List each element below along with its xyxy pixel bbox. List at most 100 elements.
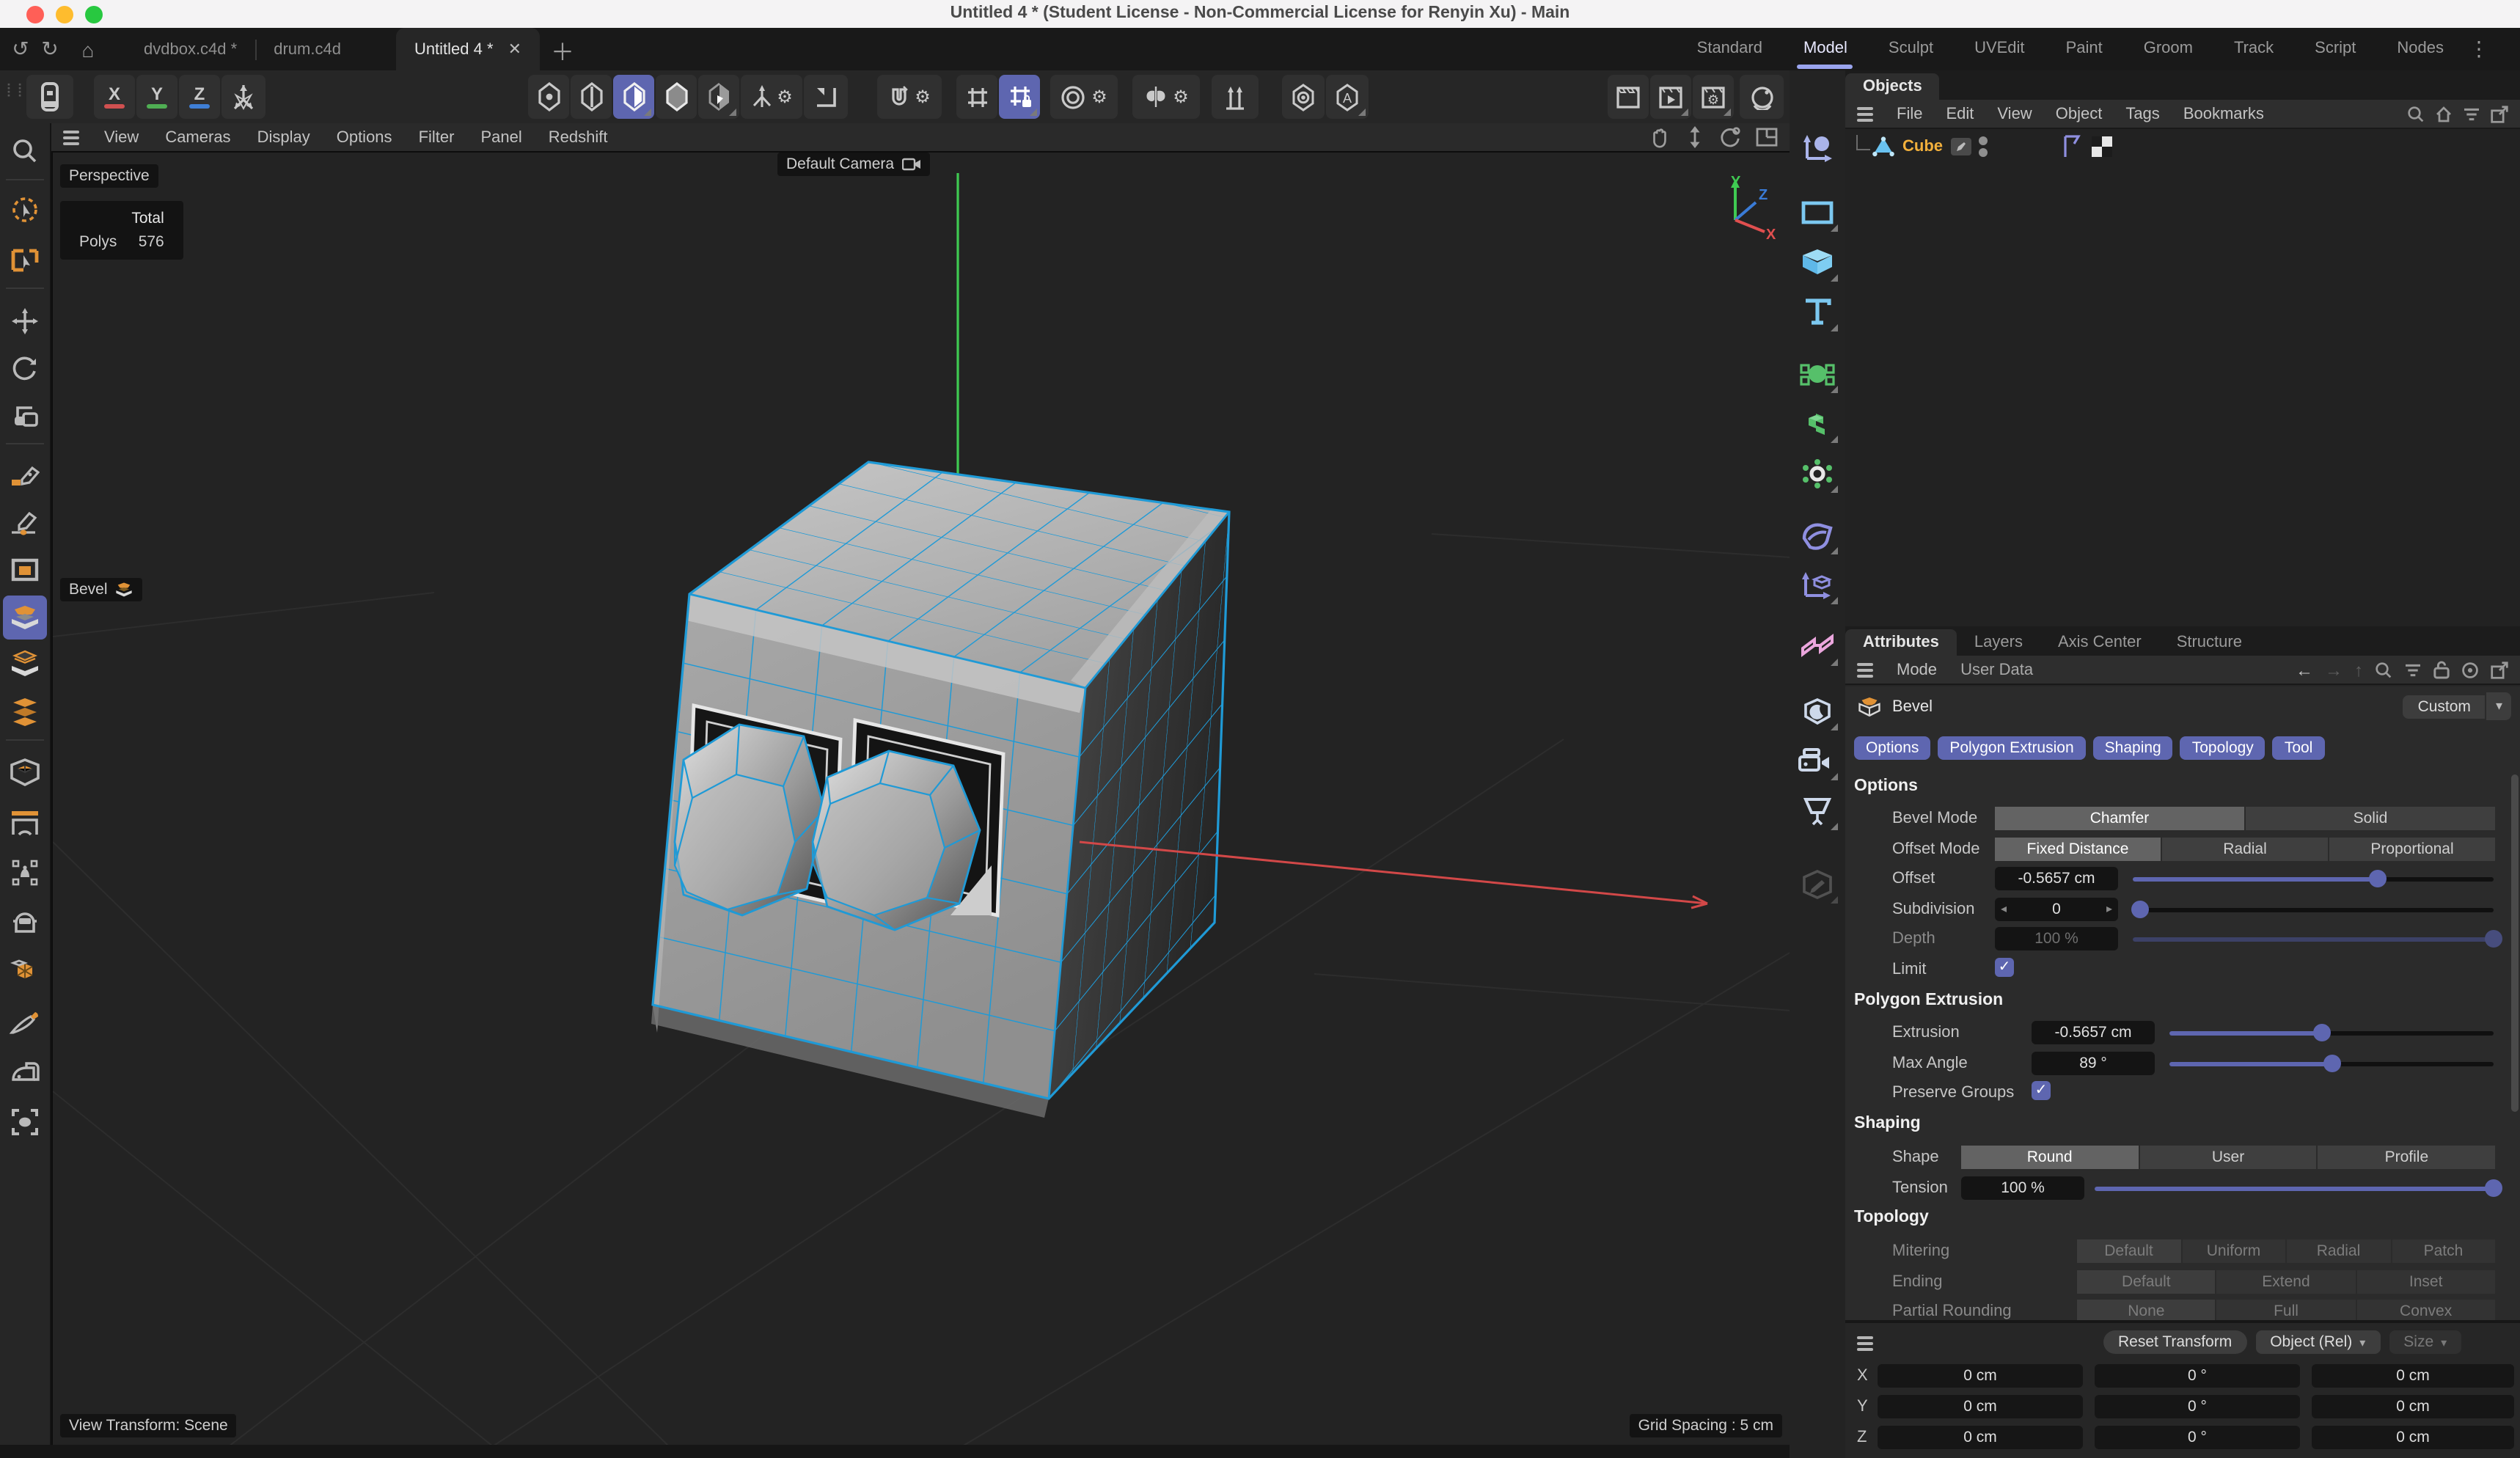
attributes-menu-user-data[interactable]: User Data bbox=[1949, 661, 2045, 678]
rotate-tool-icon[interactable] bbox=[3, 346, 47, 390]
section-tab-shaping[interactable]: Shaping bbox=[2093, 736, 2173, 760]
attributes-menu-mode[interactable]: Mode bbox=[1885, 661, 1949, 678]
iron-tool-icon[interactable] bbox=[3, 1050, 47, 1094]
objects-menu-edit[interactable]: Edit bbox=[1934, 105, 1985, 122]
search-icon[interactable] bbox=[2407, 105, 2425, 122]
bevel-mode-chamfer[interactable]: Chamfer bbox=[1995, 807, 2244, 830]
coord-y-scale[interactable]: 0 cm bbox=[2312, 1395, 2514, 1418]
knife-tool-icon[interactable] bbox=[3, 1000, 47, 1044]
viewport-menu-redshift[interactable]: Redshift bbox=[535, 128, 621, 146]
shape-round[interactable]: Round bbox=[1961, 1146, 2138, 1169]
size-dropdown[interactable]: Size▾ bbox=[2389, 1330, 2461, 1354]
move-axis-tool-icon[interactable] bbox=[1794, 126, 1841, 170]
viewport-menu-options[interactable]: Options bbox=[323, 128, 406, 146]
tab-structure[interactable]: Structure bbox=[2159, 629, 2260, 656]
objects-menu-view[interactable]: View bbox=[1985, 105, 2043, 122]
object-row-cube[interactable]: Cube bbox=[1872, 135, 1987, 158]
sky-environment-icon[interactable] bbox=[1794, 689, 1841, 733]
preserve-groups-checkbox[interactable]: ✓ bbox=[2032, 1081, 2051, 1100]
frame-selected-icon[interactable] bbox=[3, 1100, 47, 1144]
coord-x-rotation[interactable]: 0 ° bbox=[2095, 1364, 2300, 1388]
viewport-canvas[interactable]: Perspective Total Polys576 Default Camer… bbox=[51, 151, 1792, 1448]
subdivision-surface-icon[interactable] bbox=[1794, 352, 1841, 396]
layout-track[interactable]: Track bbox=[2213, 28, 2294, 70]
extrude-tool-icon[interactable] bbox=[3, 642, 47, 686]
close-tab-icon[interactable]: ✕ bbox=[508, 40, 521, 59]
track-focus-icon[interactable] bbox=[2461, 661, 2479, 678]
layout-more-icon[interactable]: ⋮ bbox=[2464, 37, 2494, 62]
null-axis-icon[interactable] bbox=[1794, 563, 1841, 607]
live-selection-tool-icon[interactable] bbox=[3, 188, 47, 232]
viewport-menu-panel[interactable]: Panel bbox=[467, 128, 535, 146]
snap-toggle-button[interactable]: ⚙ bbox=[877, 75, 942, 119]
volume-builder-icon[interactable] bbox=[1794, 402, 1841, 446]
toolbar-grabber[interactable]: ⡇⡇ bbox=[6, 82, 28, 98]
tension-input[interactable]: 100 % bbox=[1961, 1176, 2084, 1199]
magnet-tool-icon[interactable] bbox=[3, 851, 47, 895]
lock-x-axis-button[interactable]: X bbox=[94, 75, 135, 119]
make-editable-button[interactable] bbox=[26, 75, 73, 119]
undo-icon[interactable]: ↺ bbox=[6, 37, 35, 62]
view-label[interactable]: Perspective bbox=[60, 164, 158, 188]
history-back-icon[interactable]: ← bbox=[2296, 659, 2313, 680]
soft-selection-button[interactable]: ⚙ bbox=[1050, 75, 1118, 119]
symmetry-button[interactable]: ⚙ bbox=[1132, 75, 1200, 119]
connect-objects-icon[interactable] bbox=[1794, 625, 1841, 669]
maximize-window-button[interactable] bbox=[85, 6, 103, 23]
stepper-increment-icon[interactable]: ▸ bbox=[2106, 902, 2112, 915]
bevel-mode-solid[interactable]: Solid bbox=[2246, 807, 2495, 830]
viewport-menu-filter[interactable]: Filter bbox=[406, 128, 468, 146]
beveled-cube[interactable] bbox=[651, 462, 1229, 1118]
split-view-icon[interactable] bbox=[1756, 128, 1778, 147]
spline-rectangle-icon[interactable] bbox=[1794, 191, 1841, 235]
close-polygon-hole-tool-icon[interactable] bbox=[3, 751, 47, 795]
align-normals-button[interactable] bbox=[1212, 75, 1259, 119]
isoline-editing-button[interactable] bbox=[1282, 75, 1325, 119]
filter-icon[interactable] bbox=[2404, 662, 2422, 677]
offset-mode-proportional[interactable]: Proportional bbox=[2329, 837, 2495, 860]
smooth-subdivide-tool-icon[interactable] bbox=[3, 689, 47, 733]
objects-menu-bookmarks[interactable]: Bookmarks bbox=[2172, 105, 2276, 122]
offset-mode-radial[interactable]: Radial bbox=[2162, 837, 2328, 860]
popout-icon[interactable] bbox=[2491, 661, 2508, 678]
simulation-scene-icon[interactable] bbox=[1794, 452, 1841, 496]
extrusion-slider[interactable] bbox=[2169, 1021, 2494, 1044]
tweak-settings-gear-icon[interactable]: ⚙ bbox=[777, 87, 793, 107]
tab-layers[interactable]: Layers bbox=[1957, 629, 2040, 656]
symmetry-gear-icon[interactable]: ⚙ bbox=[1173, 87, 1189, 107]
uvw-tag-icon[interactable] bbox=[2092, 136, 2112, 157]
document-tab[interactable]: dvdbox.c4d * bbox=[126, 28, 254, 70]
minimize-window-button[interactable] bbox=[56, 6, 73, 23]
section-tab-options[interactable]: Options bbox=[1854, 736, 1930, 760]
filter-icon[interactable] bbox=[2463, 106, 2480, 121]
bend-deformer-icon[interactable] bbox=[1794, 513, 1841, 557]
coordinates-menu-icon[interactable] bbox=[1857, 1336, 1873, 1351]
viewport-menu-icon[interactable] bbox=[63, 130, 79, 144]
edit-state-badge[interactable] bbox=[1950, 138, 1971, 155]
layout-nodes[interactable]: Nodes bbox=[2376, 28, 2464, 70]
edges-mode-button[interactable] bbox=[571, 75, 612, 119]
points-mode-button[interactable] bbox=[528, 75, 569, 119]
visibility-dots[interactable] bbox=[1978, 136, 1987, 157]
cube-primitive-icon[interactable] bbox=[1794, 241, 1841, 285]
home-icon[interactable] bbox=[2435, 105, 2453, 122]
history-forward-icon[interactable]: → bbox=[2325, 659, 2343, 680]
viewport-menu-cameras[interactable]: Cameras bbox=[152, 128, 243, 146]
auto-mode-button[interactable] bbox=[698, 75, 739, 119]
attributes-scrollbar[interactable] bbox=[2511, 774, 2519, 1112]
tab-attributes[interactable]: Attributes bbox=[1845, 629, 1957, 656]
shape-user[interactable]: User bbox=[2139, 1146, 2316, 1169]
rectangle-selection-tool-icon[interactable] bbox=[3, 238, 47, 282]
tab-axis-center[interactable]: Axis Center bbox=[2040, 629, 2159, 656]
extrusion-input[interactable]: -0.5657 cm bbox=[2032, 1021, 2155, 1044]
lock-z-axis-button[interactable]: Z bbox=[179, 75, 220, 119]
render-view-button[interactable] bbox=[1608, 75, 1649, 119]
popout-icon[interactable] bbox=[2491, 105, 2508, 122]
render-to-picture-viewer-button[interactable] bbox=[1650, 75, 1691, 119]
subdivision-slider[interactable] bbox=[2133, 897, 2494, 920]
pen-tool-icon[interactable] bbox=[3, 455, 47, 499]
coord-z-position[interactable]: 0 cm bbox=[1878, 1426, 2083, 1449]
dolly-view-icon[interactable] bbox=[1685, 126, 1704, 148]
redo-icon[interactable]: ↻ bbox=[35, 37, 65, 62]
layout-standard[interactable]: Standard bbox=[1677, 28, 1783, 70]
